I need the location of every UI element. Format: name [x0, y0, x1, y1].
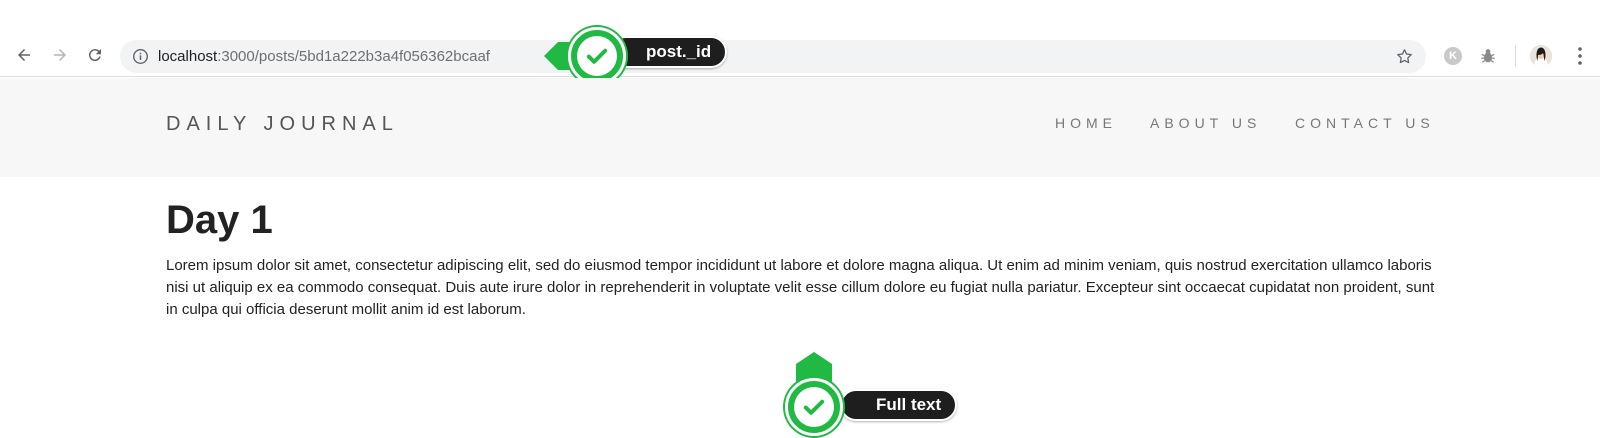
check-icon: [785, 378, 843, 436]
address-bar[interactable]: localhost:3000/posts/5bd1a222b3a4f056362…: [120, 40, 1426, 73]
browser-toolbar: localhost:3000/posts/5bd1a222b3a4f056362…: [0, 0, 1600, 77]
bug-icon[interactable]: [1478, 46, 1498, 66]
text-badge-label: Full text: [840, 389, 958, 421]
forward-icon[interactable]: [48, 43, 72, 67]
url-host: localhost: [158, 48, 218, 65]
star-icon[interactable]: [1395, 47, 1414, 66]
menu-dots-icon[interactable]: [1570, 45, 1590, 67]
url-badge-label: post._id: [610, 36, 728, 68]
check-icon: [568, 27, 626, 85]
toolbar-separator: [1515, 45, 1516, 67]
info-icon[interactable]: [132, 48, 149, 65]
avatar[interactable]: [1530, 45, 1552, 67]
reload-icon[interactable]: [83, 43, 107, 67]
nav-home[interactable]: HOME: [1055, 115, 1117, 131]
extension-k-icon[interactable]: K: [1444, 47, 1462, 65]
url-text[interactable]: localhost:3000/posts/5bd1a222b3a4f056362…: [158, 48, 490, 65]
nav-about[interactable]: ABOUT US: [1150, 115, 1261, 131]
nav-contact[interactable]: CONTACT US: [1295, 115, 1435, 131]
post-body: Lorem ipsum dolor sit amet, consectetur …: [166, 257, 1435, 318]
brand-title[interactable]: DAILY JOURNAL: [166, 113, 399, 136]
post-title: Day 1: [166, 198, 273, 242]
url-path: :3000/posts/5bd1a222b3a4f056362bcaaf: [217, 48, 490, 65]
back-icon[interactable]: [12, 43, 36, 67]
